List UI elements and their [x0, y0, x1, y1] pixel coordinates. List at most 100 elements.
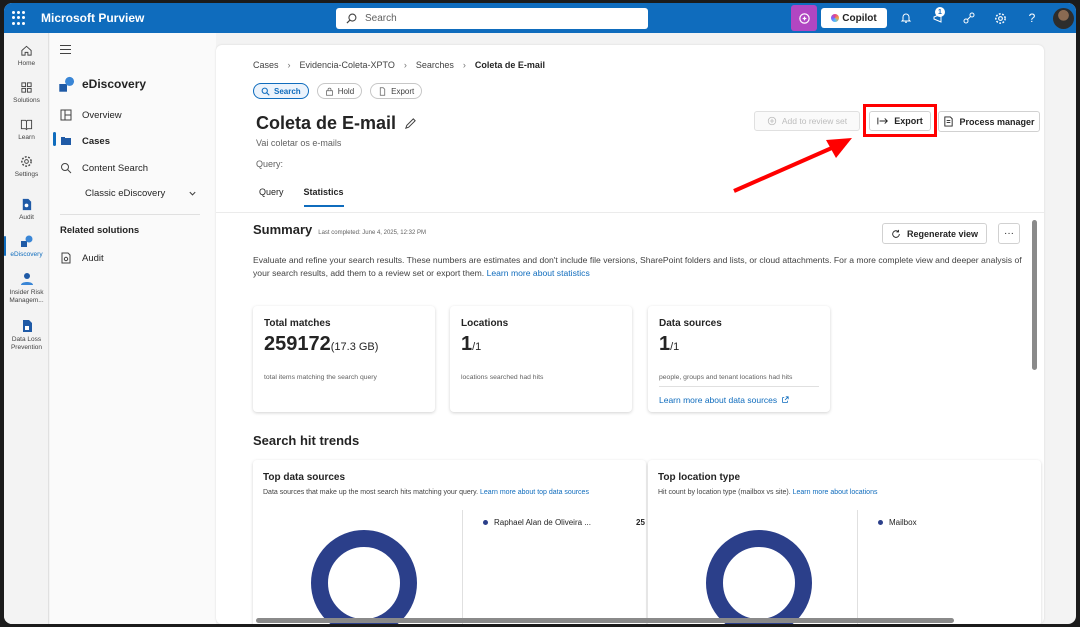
tab-statistics[interactable]: Statistics: [303, 187, 344, 207]
export-icon: [877, 117, 889, 124]
sidebar-item-overview[interactable]: Overview: [60, 109, 206, 121]
button-label: Add to review set: [781, 116, 848, 126]
summary-description: Evaluate and refine your search results.…: [253, 254, 1033, 280]
button-label: Regenerate view: [906, 228, 979, 239]
help-icon[interactable]: ?: [1024, 10, 1040, 26]
top-data-sources-card: Top data sources Data sources that make …: [253, 460, 646, 624]
summary-heading: Summary: [253, 222, 313, 237]
hamburger-icon[interactable]: [60, 45, 71, 57]
top-location-type-card: Top location type Hit count by location …: [648, 460, 1041, 624]
card-description: people, groups and tenant locations had …: [659, 374, 793, 381]
rail-item-ediscovery[interactable]: eDiscovery: [4, 234, 49, 258]
audit-icon: [61, 252, 71, 264]
total-matches-value: 259172: [264, 333, 331, 355]
more-options-button[interactable]: ···: [998, 223, 1020, 244]
rail-item-settings[interactable]: Settings: [4, 154, 49, 178]
learn-more-data-sources-link[interactable]: Learn more about data sources: [659, 395, 819, 405]
sidebar-item-classic-ediscovery[interactable]: Classic eDiscovery: [60, 188, 206, 199]
avatar[interactable]: [1053, 8, 1074, 29]
audit-icon: [20, 197, 34, 211]
rail-label: eDiscovery: [10, 251, 43, 258]
breadcrumb-current: Coleta de E-mail: [474, 60, 545, 70]
gear-icon[interactable]: [992, 10, 1008, 26]
search-icon: [346, 13, 357, 24]
process-manager-icon: [944, 116, 954, 127]
pill-search[interactable]: Search: [253, 83, 309, 99]
card-value: 259172(17.3 GB): [264, 333, 424, 356]
locations-total: /1: [472, 341, 482, 353]
donut-chart: [706, 530, 812, 624]
sidebar-item-content-search[interactable]: Content Search: [60, 162, 206, 174]
breadcrumb-item[interactable]: Cases: [253, 60, 279, 70]
breadcrumb-item[interactable]: Evidencia-Coleta-XPTO: [300, 60, 395, 70]
pill-hold[interactable]: Hold: [316, 83, 363, 99]
breadcrumb: Cases › Evidencia-Coleta-XPTO › Searches › …: [253, 60, 545, 70]
search-icon: [261, 87, 270, 96]
gear-icon: [20, 154, 34, 168]
export-button[interactable]: Export: [869, 110, 931, 131]
summary-title: Summary Last completed: June 4, 2025, 12…: [253, 222, 426, 237]
tabs-divider: [216, 212, 1044, 213]
lock-icon: [325, 87, 333, 96]
rail-label: Insider Risk Managem...: [9, 289, 44, 304]
last-completed: Last completed: June 4, 2025, 12:32 PM: [318, 230, 426, 236]
rail-item-home[interactable]: Home: [4, 43, 49, 67]
add-to-review-set-button[interactable]: Add to review set: [754, 111, 860, 131]
description-text: Evaluate and refine your search results.…: [253, 255, 1022, 278]
data-sources-card: Data sources 1/1 people, groups and tena…: [648, 306, 830, 412]
learn-more-top-sources-link[interactable]: Learn more about top data sources: [480, 489, 589, 496]
pill-export[interactable]: Export: [370, 83, 423, 99]
horizontal-scrollbar[interactable]: [256, 618, 954, 623]
rail-item-insider-risk[interactable]: Insider Risk Managem...: [4, 272, 49, 305]
related-solutions-title: Related solutions: [60, 225, 140, 236]
sidebar-item-cases[interactable]: Cases: [60, 135, 206, 147]
bell-icon[interactable]: [898, 10, 914, 26]
dlp-icon: [20, 319, 34, 333]
learn-more-locations-link[interactable]: Learn more about locations: [793, 489, 878, 496]
overview-icon: [60, 109, 72, 121]
rail-item-dlp[interactable]: Data Loss Prevention: [4, 319, 49, 352]
tab-query[interactable]: Query: [259, 187, 284, 207]
card-description: Data sources that make up the most searc…: [263, 489, 589, 496]
app-launcher-icon[interactable]: [12, 11, 26, 25]
legend-dot: [878, 520, 883, 525]
book-icon: [20, 117, 34, 131]
document-icon: [380, 86, 386, 96]
locations-value: 1: [461, 333, 473, 355]
rail-item-audit[interactable]: Audit: [4, 197, 49, 221]
search-input[interactable]: Search: [336, 8, 648, 29]
card-description: total items matching the search query: [264, 374, 377, 381]
legend-label: Mailbox: [889, 518, 917, 527]
app-title[interactable]: Microsoft Purview: [41, 11, 144, 25]
rail-item-solutions[interactable]: Solutions: [4, 80, 49, 104]
copilot-button[interactable]: Copilot: [821, 8, 887, 28]
rail-label: Learn: [18, 134, 35, 141]
search-icon: [61, 163, 72, 174]
copilot-label: Copilot: [842, 12, 877, 24]
card-title: Locations: [461, 318, 509, 329]
ediscovery-icon: [59, 76, 75, 92]
divider: [857, 510, 858, 624]
sidebar-item-audit[interactable]: Audit: [60, 252, 206, 264]
edit-icon[interactable]: [404, 117, 417, 130]
page-title-text: Coleta de E-mail: [256, 113, 397, 133]
learn-more-statistics-link[interactable]: Learn more about statistics: [487, 268, 590, 278]
rail-label: Home: [17, 60, 36, 67]
process-manager-button[interactable]: Process manager: [938, 111, 1040, 132]
regenerate-view-button[interactable]: Regenerate view: [882, 223, 987, 244]
pill-label: Export: [391, 86, 415, 96]
vertical-scrollbar[interactable]: [1032, 220, 1037, 370]
sidenav-header: eDiscovery: [58, 75, 146, 93]
rail-item-learn[interactable]: Learn: [4, 117, 49, 141]
purview-agent-button[interactable]: [791, 5, 817, 31]
card-title: Total matches: [264, 318, 331, 329]
sidebar-item-label: Overview: [82, 109, 122, 121]
divider: [60, 214, 200, 215]
breadcrumb-item[interactable]: Searches: [416, 60, 454, 70]
agent-icon: [798, 12, 810, 24]
home-icon: [20, 43, 34, 57]
legend-item: Mailbox: [878, 518, 917, 527]
connections-icon[interactable]: [961, 10, 977, 26]
search-placeholder: Search: [365, 13, 397, 24]
sources-value: 1: [659, 333, 671, 355]
